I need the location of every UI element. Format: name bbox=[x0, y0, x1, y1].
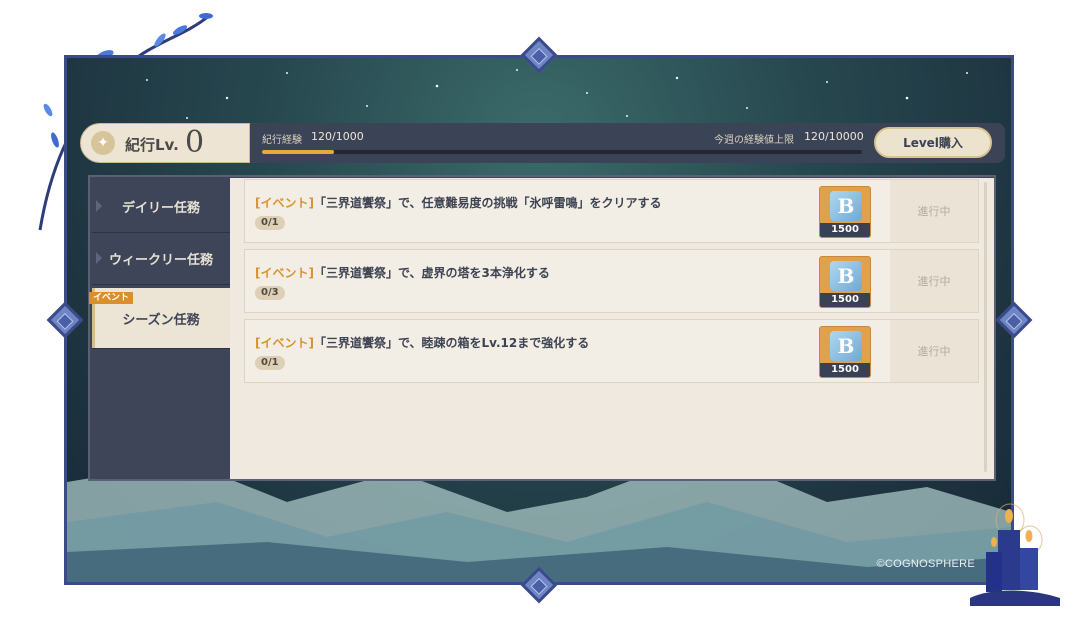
mission-row: [イベント]「三界道饗祭」で、任意難易度の挑戦「氷呼雷鳴」をクリアする 0/1 … bbox=[244, 179, 979, 243]
tab-label: シーズン任務 bbox=[122, 312, 200, 328]
reward-count: 1500 bbox=[820, 223, 870, 237]
reward-count: 1500 bbox=[820, 293, 870, 307]
scrollbar[interactable] bbox=[984, 182, 987, 472]
reward-item[interactable]: B 1500 bbox=[819, 186, 871, 238]
mission-progress: 0/1 bbox=[255, 216, 285, 230]
battle-pass-exp-icon: B bbox=[830, 331, 862, 361]
tab-weekly[interactable]: ウィークリー任務 bbox=[92, 232, 230, 285]
reward-item[interactable]: B 1500 bbox=[819, 256, 871, 308]
mission-title: [イベント]「三界道饗祭」で、睦疎の箱をLv.12まで強化する bbox=[255, 336, 590, 350]
chevron-right-icon bbox=[96, 252, 102, 264]
level-value: 0 bbox=[185, 125, 205, 160]
exp-label: 紀行経験 bbox=[262, 135, 302, 146]
mission-progress: 0/3 bbox=[255, 286, 285, 300]
chevron-right-icon bbox=[96, 200, 102, 212]
mission-row: [イベント]「三界道饗祭」で、睦疎の箱をLv.12まで強化する 0/1 B 15… bbox=[244, 319, 979, 383]
mission-status: 進行中 bbox=[890, 180, 978, 242]
exp-progress-fill bbox=[262, 150, 334, 154]
battle-pass-exp-icon: B bbox=[830, 261, 862, 291]
tab-label: デイリー任務 bbox=[121, 200, 200, 216]
reward-count: 1500 bbox=[820, 363, 870, 377]
tab-daily[interactable]: デイリー任務 bbox=[92, 180, 230, 233]
mission-progress: 0/1 bbox=[255, 356, 285, 370]
weekly-cap-label: 今週の経験値上限 bbox=[714, 135, 794, 146]
mission-status: 進行中 bbox=[890, 250, 978, 312]
mission-status: 進行中 bbox=[890, 320, 978, 382]
level-badge: ✦ 紀行Lv. 0 bbox=[80, 123, 250, 163]
tab-label: ウィークリー任務 bbox=[108, 252, 213, 268]
level-purchase-button[interactable]: Level購入 bbox=[874, 127, 992, 158]
battle-pass-exp-icon: B bbox=[830, 191, 862, 221]
mission-title: [イベント]「三界道饗祭」で、虚界の塔を3本浄化する bbox=[255, 266, 550, 280]
weekly-cap-value: 120/10000 bbox=[804, 130, 864, 143]
star-gem-icon: ✦ bbox=[91, 131, 115, 155]
candle-decoration bbox=[970, 503, 1060, 606]
mission-title: [イベント]「三界道饗祭」で、任意難易度の挑戦「氷呼雷鳴」をクリアする bbox=[255, 196, 662, 210]
event-badge: イベント bbox=[89, 292, 134, 304]
level-label: 紀行Lv. bbox=[125, 136, 179, 154]
reward-item[interactable]: B 1500 bbox=[819, 326, 871, 378]
exp-value: 120/1000 bbox=[311, 130, 364, 143]
exp-progress-bar bbox=[262, 150, 862, 154]
mission-row: [イベント]「三界道饗祭」で、虚界の塔を3本浄化する 0/3 B 1500 進行… bbox=[244, 249, 979, 313]
